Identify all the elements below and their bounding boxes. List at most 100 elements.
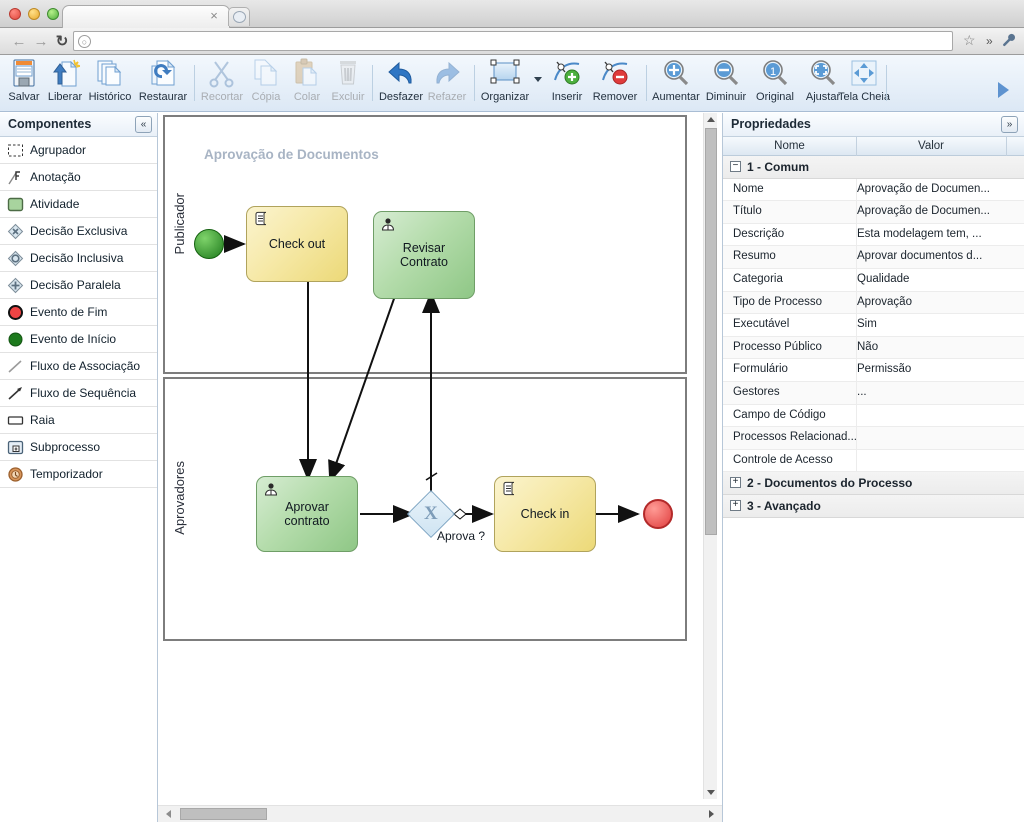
property-row-categoria[interactable]: Categoria Qualidade <box>723 268 1024 292</box>
properties-group-1[interactable]: − 1 - Comum <box>723 156 1024 179</box>
tab-close-icon[interactable]: × <box>208 9 220 22</box>
property-value[interactable]: Aprovação <box>857 296 912 308</box>
property-row-titulo[interactable]: Título Aprovação de Documen... <box>723 201 1024 224</box>
toolbar-button-restaurar[interactable]: Restaurar <box>135 57 191 109</box>
collapse-toggle-icon[interactable]: − <box>730 161 741 172</box>
property-value[interactable]: Aprovar documentos d... <box>857 250 982 262</box>
property-row-tipo-de-processo[interactable]: Tipo de Processo Aprovação <box>723 291 1024 315</box>
property-row-nome[interactable]: Nome Aprovação de Documen... <box>723 178 1024 202</box>
horizontal-scroll-thumb[interactable] <box>180 808 267 820</box>
property-row-processo-publico[interactable]: Processo Público Não <box>723 336 1024 360</box>
browser-tab[interactable]: × <box>62 5 230 28</box>
toolbar-button-excluir[interactable]: Excluir <box>327 57 369 109</box>
property-value[interactable]: Sim <box>857 318 877 330</box>
property-row-controle-de-acesso[interactable]: Controle de Acesso <box>723 449 1024 473</box>
property-value[interactable]: Qualidade <box>857 273 909 285</box>
palette-item-subprocesso[interactable]: Subprocesso <box>0 434 157 461</box>
expand-properties-button[interactable]: » <box>1001 116 1018 133</box>
toolbar-button-organizar[interactable]: Organizar <box>479 57 531 109</box>
wrench-icon[interactable] <box>1002 33 1016 50</box>
palette-item-fluxo-de-sequencia[interactable]: Fluxo de Sequência <box>0 380 157 407</box>
scroll-down-icon[interactable] <box>707 790 715 795</box>
column-divider[interactable] <box>1006 137 1007 156</box>
toolbar-button-diminuir[interactable]: Diminuir <box>701 57 751 109</box>
toolbar-button-remover[interactable]: Remover <box>589 57 641 109</box>
property-row-processos-relacionados[interactable]: Processos Relacionad... <box>723 427 1024 450</box>
chevron-down-icon[interactable] <box>534 77 542 82</box>
start-event[interactable] <box>194 229 224 259</box>
palette-item-agrupador[interactable]: Agrupador <box>0 137 157 164</box>
property-value[interactable]: Não <box>857 341 878 353</box>
property-row-executavel[interactable]: Executável Sim <box>723 314 1024 337</box>
canvas-vertical-scrollbar[interactable] <box>703 113 717 799</box>
column-header-nome[interactable]: Nome <box>723 140 856 152</box>
maximize-window-button[interactable] <box>47 8 59 20</box>
minimize-window-button[interactable] <box>28 8 40 20</box>
palette-item-decisao-exclusiva[interactable]: Decisão Exclusiva <box>0 218 157 245</box>
palette-item-fluxo-de-associacao[interactable]: Fluxo de Associação <box>0 353 157 380</box>
palette-item-label: Decisão Paralela <box>30 278 121 292</box>
palette-header: Componentes « <box>0 113 157 137</box>
toolbar-button-copia[interactable]: Cópia <box>245 57 287 109</box>
property-row-formulario[interactable]: Formulário Permissão <box>723 359 1024 382</box>
redo-icon <box>425 58 469 91</box>
properties-group-2[interactable]: + 2 - Documentos do Processo <box>723 472 1024 495</box>
back-icon[interactable]: ← <box>10 33 28 51</box>
property-value[interactable]: Aprovação de Documen... <box>857 183 990 195</box>
bookmark-star-icon[interactable]: ☆ <box>963 33 976 47</box>
toolbar-button-salvar[interactable]: Salvar <box>3 57 45 109</box>
property-value[interactable]: Permissão <box>857 363 911 375</box>
palette-item-anotacao[interactable]: Anotação <box>0 164 157 191</box>
new-tab-button[interactable] <box>228 7 250 26</box>
toolbar-overflow-arrow-icon[interactable] <box>998 82 1009 98</box>
address-bar[interactable]: ○ <box>73 31 953 51</box>
close-window-button[interactable] <box>9 8 21 20</box>
collapse-palette-button[interactable]: « <box>135 116 152 133</box>
canvas-horizontal-scrollbar[interactable] <box>158 805 722 822</box>
task-check-out[interactable]: Check out <box>246 206 348 282</box>
task-revisar-contrato[interactable]: Revisar Contrato <box>373 211 475 299</box>
scroll-up-icon[interactable] <box>707 117 715 122</box>
expand-toggle-icon[interactable]: + <box>730 477 741 489</box>
palette-item-decisao-paralela[interactable]: Decisão Paralela <box>0 272 157 299</box>
vertical-scroll-thumb[interactable] <box>705 128 717 535</box>
property-row-resumo[interactable]: Resumo Aprovar documentos d... <box>723 246 1024 269</box>
scroll-left-icon[interactable] <box>166 810 171 818</box>
property-row-descricao[interactable]: Descrição Esta modelagem tem, ... <box>723 223 1024 247</box>
palette-item-decisao-inclusiva[interactable]: Decisão Inclusiva <box>0 245 157 272</box>
palette-item-raia[interactable]: Raia <box>0 407 157 434</box>
toolbar-button-refazer[interactable]: Refazer <box>425 57 469 109</box>
property-value[interactable]: ... <box>857 386 867 398</box>
toolbar-button-inserir[interactable]: Inserir <box>545 57 589 109</box>
property-row-gestores[interactable]: Gestores ... <box>723 381 1024 405</box>
property-row-campo-de-codigo[interactable]: Campo de Código <box>723 404 1024 428</box>
palette-item-evento-de-inicio[interactable]: Evento de Início <box>0 326 157 353</box>
toolbar-button-tela-cheia[interactable]: Tela Cheia <box>838 57 890 109</box>
column-header-valor[interactable]: Valor <box>857 140 1005 152</box>
toolbar-button-recortar[interactable]: Recortar <box>199 57 245 109</box>
property-value[interactable]: Aprovação de Documen... <box>857 205 990 217</box>
diagram-canvas-area[interactable]: Publicador Aprovação de Documentos Aprov… <box>158 113 722 822</box>
expand-toggle-icon[interactable]: + <box>730 499 741 511</box>
task-check-in[interactable]: Check in <box>494 476 596 552</box>
reload-icon[interactable]: ↻ <box>53 33 71 51</box>
end-event[interactable] <box>643 499 673 529</box>
task-aprovar-contrato[interactable]: Aprovar contrato <box>256 476 358 552</box>
toolbar-button-colar[interactable]: Colar <box>287 57 327 109</box>
palette-item-evento-de-fim[interactable]: Evento de Fim <box>0 299 157 326</box>
palette-item-atividade[interactable]: Atividade <box>0 191 157 218</box>
toolbar-button-aumentar[interactable]: Aumentar <box>651 57 701 109</box>
toolbar-button-desfazer[interactable]: Desfazer <box>377 57 425 109</box>
bpmn-diagram[interactable]: Publicador Aprovação de Documentos Aprov… <box>158 113 703 799</box>
toolbar-button-historico[interactable]: Histórico <box>85 57 135 109</box>
property-value[interactable]: Esta modelagem tem, ... <box>857 228 982 240</box>
toolbar-button-liberar[interactable]: Liberar <box>45 57 85 109</box>
overflow-chevron-icon[interactable]: » <box>986 34 993 48</box>
palette-item-temporizador[interactable]: Temporizador <box>0 461 157 488</box>
toolbar-button-original[interactable]: 1 Original <box>751 57 799 109</box>
history-icon <box>85 58 135 91</box>
forward-icon[interactable]: → <box>32 33 50 51</box>
parallel-gateway-icon <box>7 277 24 294</box>
scroll-right-icon[interactable] <box>709 810 714 818</box>
properties-group-3[interactable]: + 3 - Avançado <box>723 494 1024 518</box>
